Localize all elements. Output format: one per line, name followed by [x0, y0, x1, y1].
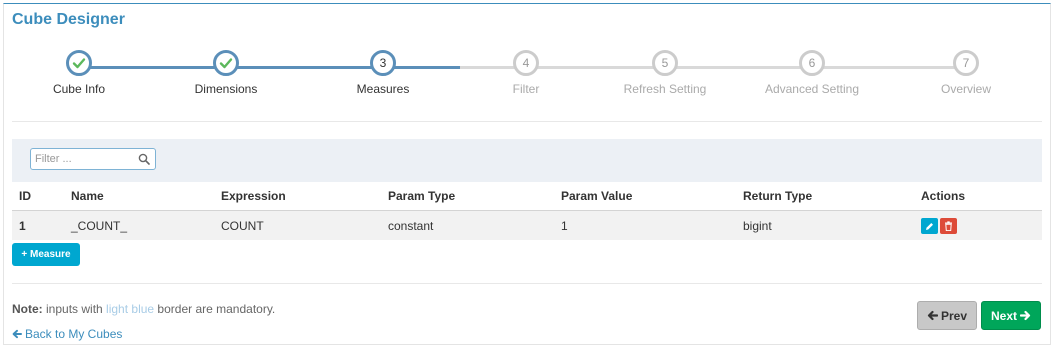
divider: [12, 283, 1042, 284]
step-label: Cube Info: [52, 82, 106, 96]
wizard-step-cube-info[interactable]: Cube Info: [9, 50, 149, 96]
step-circle: 4: [513, 50, 539, 76]
step-label: Measures: [356, 82, 410, 96]
page-title: Cube Designer: [12, 11, 125, 28]
wizard-step-dimensions[interactable]: Dimensions: [156, 50, 296, 96]
step-label: Refresh Setting: [623, 82, 707, 96]
step-circle: 6: [799, 50, 825, 76]
next-button[interactable]: Next: [981, 301, 1041, 330]
column-header-expression[interactable]: Expression: [214, 182, 381, 211]
step-label: Filter: [512, 82, 540, 96]
check-icon: [72, 58, 86, 69]
arrow-right-icon: [1020, 310, 1031, 321]
edit-measure-button[interactable]: [921, 217, 938, 234]
note-text: inputs with: [42, 302, 107, 316]
back-to-my-cubes-link[interactable]: Back to My Cubes: [12, 327, 122, 341]
table-row: 1 _COUNT_ COUNT constant 1 bigint: [12, 210, 1042, 240]
step-label: Dimensions: [194, 82, 258, 96]
step-label: Advanced Setting: [764, 82, 860, 96]
note-highlight: light blue: [106, 302, 155, 316]
search-icon[interactable]: [138, 153, 150, 165]
column-header-return-type[interactable]: Return Type: [736, 182, 914, 211]
wizard-step-advanced-setting[interactable]: 6 Advanced Setting: [742, 50, 882, 96]
wizard-step-measures[interactable]: 3 Measures: [313, 50, 453, 96]
step-label: Overview: [940, 82, 991, 96]
add-measure-button[interactable]: + Measure: [12, 243, 80, 266]
divider: [12, 121, 1042, 122]
filter-box: [30, 148, 156, 170]
mandatory-note: Note: inputs with light blue border are …: [12, 302, 275, 316]
column-header-actions: Actions: [914, 182, 1042, 211]
step-circle: [213, 50, 239, 76]
cell-actions: [914, 210, 1042, 240]
arrow-left-icon: [927, 310, 938, 321]
step-circle: 7: [953, 50, 979, 76]
back-link-label: Back to My Cubes: [25, 327, 123, 341]
prev-button[interactable]: Prev: [917, 301, 977, 330]
cell-return-type: bigint: [736, 210, 914, 240]
column-header-id[interactable]: ID: [12, 182, 64, 211]
next-label: Next: [990, 308, 1017, 323]
filter-input[interactable]: [35, 150, 135, 168]
column-header-param-value[interactable]: Param Value: [554, 182, 736, 211]
trash-icon: [945, 220, 952, 231]
wizard-steps: Cube Info Dimensions 3 Measures 4 Filter…: [0, 50, 1053, 110]
cell-name: _COUNT_: [64, 210, 214, 240]
cell-param-value: 1: [554, 210, 736, 240]
cell-param-type: constant: [381, 210, 554, 240]
step-circle: 3: [370, 50, 396, 76]
step-circle: 5: [652, 50, 678, 76]
column-header-name[interactable]: Name: [64, 182, 214, 211]
wizard-step-overview[interactable]: 7 Overview: [896, 50, 1036, 96]
prev-label: Prev: [940, 308, 968, 323]
note-prefix: Note:: [12, 302, 43, 316]
pencil-icon: [926, 222, 933, 230]
table-header-row: ID Name Expression Param Type Param Valu…: [12, 182, 1042, 211]
check-icon: [219, 58, 233, 69]
wizard-step-filter[interactable]: 4 Filter: [456, 50, 596, 96]
arrow-left-icon: [12, 329, 22, 339]
wizard-step-refresh-setting[interactable]: 5 Refresh Setting: [595, 50, 735, 96]
column-header-param-type[interactable]: Param Type: [381, 182, 554, 211]
cell-expression: COUNT: [214, 210, 381, 240]
filter-bar: [12, 139, 1042, 182]
step-circle: [66, 50, 92, 76]
cell-id: 1: [12, 210, 64, 240]
delete-measure-button[interactable]: [940, 217, 957, 234]
measures-table: ID Name Expression Param Type Param Valu…: [12, 182, 1042, 240]
note-text: border are mandatory.: [154, 302, 276, 316]
